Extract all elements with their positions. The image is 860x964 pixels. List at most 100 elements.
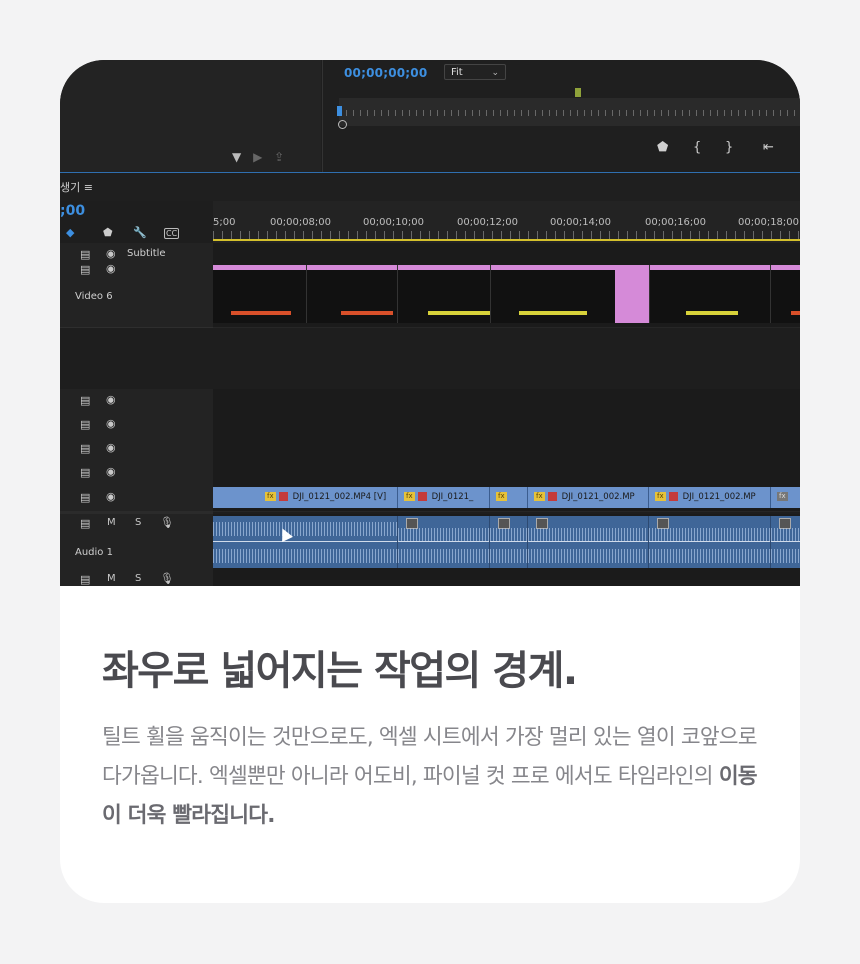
eye-icon[interactable]: ◉: [106, 465, 116, 478]
audio-clip[interactable]: [528, 516, 649, 568]
track-output-icon[interactable]: ▤: [80, 573, 90, 586]
audio-clip[interactable]: [771, 516, 800, 568]
track-lane-v5[interactable]: [213, 389, 800, 414]
microphone-icon[interactable]: 🎙: [160, 572, 174, 585]
mark-in-icon[interactable]: {: [693, 140, 701, 155]
audio-clip[interactable]: [398, 516, 490, 568]
mute-button[interactable]: M: [107, 517, 116, 528]
track-output-icon[interactable]: ▤: [80, 418, 90, 431]
fx-badge: fx: [265, 492, 276, 501]
ruler-ticks: [213, 231, 800, 239]
track-header-a2[interactable]: ▤ M S 🎙: [60, 569, 213, 586]
playhead-icon[interactable]: [337, 106, 342, 116]
mark-out-icon[interactable]: }: [725, 140, 733, 155]
track-lane-v1[interactable]: fx DJI_0121_002.MP4 [V] fx DJI_0121_ fx fx…: [213, 485, 800, 512]
track-lane-v3[interactable]: [213, 437, 800, 462]
track-header-v4[interactable]: ▤ ◉: [60, 413, 213, 438]
clip-icon: [547, 492, 557, 501]
track-output-icon[interactable]: ▤: [80, 248, 90, 261]
snap-icon[interactable]: ◆: [66, 226, 74, 239]
eye-icon[interactable]: ◉: [106, 393, 116, 406]
track-output-icon[interactable]: ▤: [80, 466, 90, 479]
play-to-icon[interactable]: ▶: [253, 150, 262, 164]
linked-selection-icon[interactable]: ⬟: [103, 226, 113, 239]
caption-clip[interactable]: [650, 265, 771, 323]
track-output-icon[interactable]: ▤: [80, 394, 90, 407]
caption-clip[interactable]: [491, 265, 616, 323]
marker-icon[interactable]: [575, 88, 581, 97]
caption-bar: [791, 311, 800, 315]
fx-badge: fx: [777, 492, 788, 501]
timeline-ruler[interactable]: 5;00 00;00;08;00 00;00;10;00 00;00;12;00…: [213, 201, 800, 243]
track-header-video6[interactable]: ▤ ◉ Video 6: [60, 262, 213, 328]
timeline-timecode[interactable]: ;00: [60, 203, 85, 219]
solo-button[interactable]: S: [135, 517, 141, 528]
track-lane-video6[interactable]: [213, 265, 800, 328]
track-header-v3[interactable]: ▤ ◉: [60, 437, 213, 462]
track-output-icon[interactable]: ▤: [80, 263, 90, 276]
track-output-icon[interactable]: ▤: [80, 442, 90, 455]
timeline-tracks: ▤ ◉ Subtitle ▤ ◉ Video 6 ▤ ◉ ▤ ◉ ▤ ◉ ▤ ◉…: [60, 243, 800, 586]
caption-clip[interactable]: [307, 265, 398, 323]
track-header-v2[interactable]: ▤ ◉: [60, 461, 213, 486]
track-header-v5[interactable]: ▤ ◉: [60, 389, 213, 414]
clip-name: DJI_0121_: [431, 492, 474, 502]
track-output-icon[interactable]: ▤: [80, 517, 90, 530]
wrench-icon[interactable]: 🔧: [133, 226, 147, 239]
monitor-scrubber[interactable]: [339, 98, 800, 126]
filter-icon[interactable]: ▼: [232, 150, 241, 164]
track-header-v1[interactable]: ▤ ◉: [60, 485, 213, 512]
eye-icon[interactable]: ◉: [106, 417, 116, 430]
playhead-handle[interactable]: [338, 120, 347, 129]
waveform: [213, 549, 397, 563]
waveform: [771, 528, 800, 542]
program-timecode[interactable]: 00;00;00;00: [344, 66, 427, 80]
track-output-icon[interactable]: ▤: [80, 491, 90, 504]
video-clip[interactable]: fx: [490, 487, 528, 508]
eye-icon[interactable]: ◉: [106, 247, 116, 260]
track-lane-v4[interactable]: [213, 413, 800, 438]
ruler-label: 00;00;14;00: [550, 217, 612, 228]
video-clip[interactable]: fx DJI_0121_002.MP4 [V]: [213, 487, 398, 508]
track-lane-subtitle[interactable]: [213, 243, 800, 266]
eye-icon[interactable]: ◉: [106, 262, 116, 275]
work-area-bar[interactable]: [213, 239, 800, 241]
video-clip[interactable]: fx DJI_0121_002.MP: [649, 487, 771, 508]
audio-clip[interactable]: [490, 516, 528, 568]
clip-name: DJI_0121_002.MP4 [V]: [292, 492, 387, 502]
solo-button[interactable]: S: [135, 573, 141, 584]
track-name-subtitle: Subtitle: [127, 248, 166, 259]
premiere-timeline-screenshot: ▼ ▶ ⇪ 00;00;00;00 Fit ⌄ ⬟ { } ⇤ 생기 ≡ ;00…: [60, 60, 800, 586]
export-icon[interactable]: ⇪: [274, 150, 284, 164]
caption-clip[interactable]: [398, 265, 491, 323]
track-lane-a2[interactable]: [213, 569, 800, 586]
captions-icon[interactable]: CC: [164, 228, 180, 239]
clip-icon: [417, 492, 427, 501]
sequence-tab[interactable]: 생기 ≡: [60, 179, 93, 195]
track-header-audio1[interactable]: ▤ M S 🎙 Audio 1: [60, 511, 213, 573]
audio-clip[interactable]: [649, 516, 771, 568]
go-to-in-icon[interactable]: ⇤: [763, 140, 774, 155]
caption-clip[interactable]: [771, 265, 800, 323]
ruler-label: 00;00;18;00: [738, 217, 800, 228]
eye-icon[interactable]: ◉: [106, 490, 116, 503]
video-clip[interactable]: fx DJI_0121_: [398, 487, 490, 508]
video-clip[interactable]: fx: [771, 487, 800, 508]
microphone-icon[interactable]: 🎙: [160, 516, 174, 529]
caption-clip[interactable]: [213, 265, 307, 323]
mute-button[interactable]: M: [107, 573, 116, 584]
eye-icon[interactable]: ◉: [106, 441, 116, 454]
monitor-ruler-ticks: [339, 110, 800, 116]
caption-bar: [231, 311, 291, 315]
audio-clip[interactable]: [213, 516, 398, 568]
volume-line: [490, 541, 527, 542]
track-lane-audio1[interactable]: [213, 514, 800, 570]
clip-name: DJI_0121_002.MP: [561, 492, 635, 502]
body-normal: 틸트 휠을 움직이는 것만으로도, 엑셀 시트에서 가장 멀리 있는 열이 코앞…: [102, 725, 758, 789]
track-lane-v2[interactable]: [213, 461, 800, 486]
add-marker-icon[interactable]: ⬟: [657, 140, 668, 155]
video-clip[interactable]: fx DJI_0121_002.MP: [528, 487, 649, 508]
ruler-label: 00;00;16;00: [645, 217, 707, 228]
zoom-fit-select[interactable]: Fit ⌄: [444, 64, 506, 80]
pink-clip[interactable]: [615, 265, 650, 323]
